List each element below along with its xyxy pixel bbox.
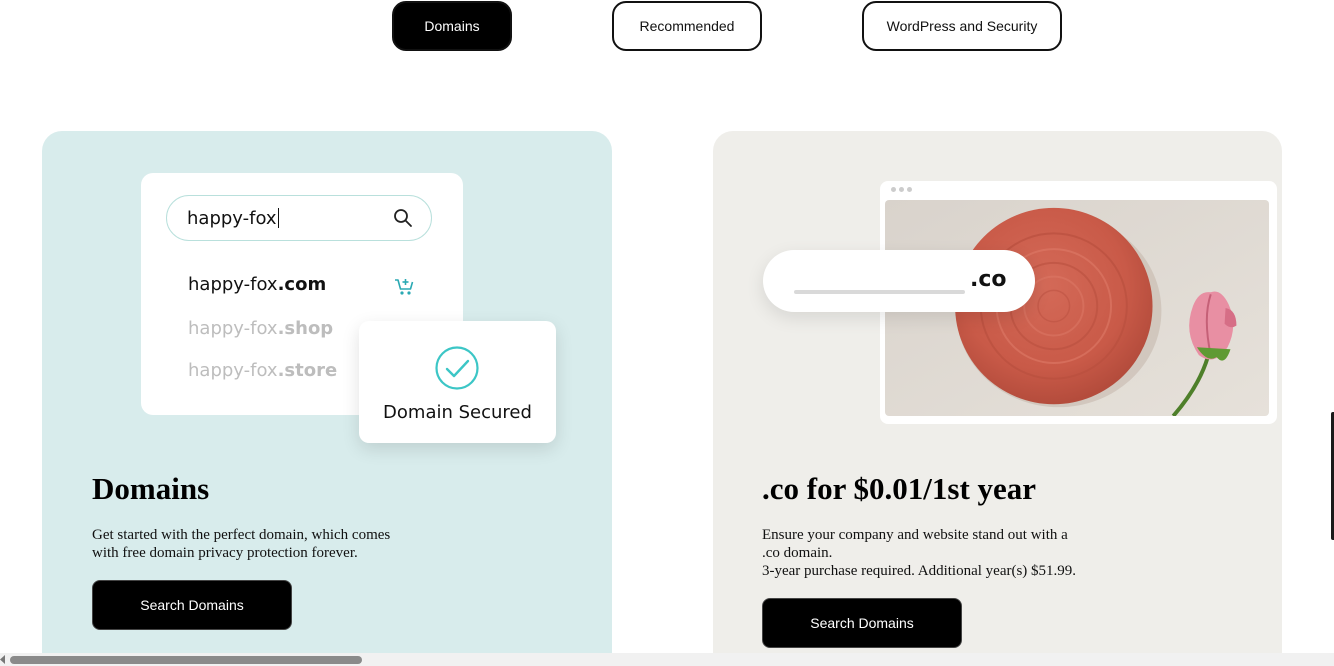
domains-title: Domains <box>92 471 210 506</box>
co-tld-label: .co <box>970 267 1007 292</box>
search-icon <box>393 208 413 233</box>
domain-result-tld: .shop <box>277 318 334 339</box>
co-description-line: Ensure your company and website stand ou… <box>762 527 1068 543</box>
domain-result-tld: .com <box>277 274 327 295</box>
co-domain-pill: .co <box>763 250 1035 312</box>
domain-secured-badge: Domain Secured <box>359 321 556 443</box>
scroll-left-arrow-icon[interactable] <box>0 655 6 664</box>
co-description-line: 3-year purchase required. Additional yea… <box>762 563 1077 579</box>
domain-result-name: happy-fox <box>188 318 278 339</box>
domains-description-line: with free domain privacy protection fore… <box>92 545 358 561</box>
check-circle-icon <box>435 346 479 395</box>
search-domains-button[interactable]: Search Domains <box>762 598 962 648</box>
illustration-search-box: happy-fox <box>166 195 432 241</box>
scrollbar-thumb[interactable] <box>10 656 362 664</box>
domains-description: Get started with the perfect domain, whi… <box>92 526 432 562</box>
window-dots-icon <box>891 187 912 192</box>
tab-wordpress-security[interactable]: WordPress and Security <box>862 1 1062 51</box>
domains-description-line: Get started with the perfect domain, whi… <box>92 527 391 543</box>
tab-recommended[interactable]: Recommended <box>612 1 762 51</box>
domain-result-store: happy-fox.store <box>188 360 337 381</box>
domains-card: happy-fox happy-fox.com happy-fox.shop h… <box>42 131 612 666</box>
domain-secured-label: Domain Secured <box>383 402 532 423</box>
co-offer-card: .co .co for $0.01/1st year Ensure your c… <box>713 131 1282 666</box>
domain-result-name: happy-fox <box>188 360 278 381</box>
add-to-cart-icon <box>393 277 415 302</box>
domain-result-shop: happy-fox.shop <box>188 318 333 339</box>
domain-result-com: happy-fox.com <box>188 274 326 295</box>
co-description-line: .co domain. <box>762 545 833 561</box>
horizontal-scrollbar[interactable] <box>0 653 1334 666</box>
co-offer-title: .co for $0.01/1st year <box>762 471 1037 506</box>
search-domains-button[interactable]: Search Domains <box>92 580 292 630</box>
tab-domains[interactable]: Domains <box>392 1 512 51</box>
co-offer-description: Ensure your company and website stand ou… <box>762 526 1122 580</box>
illustration-search-value: happy-fox <box>187 207 277 229</box>
text-caret <box>277 208 280 228</box>
domain-placeholder-line <box>794 290 965 294</box>
domain-result-tld: .store <box>277 360 338 381</box>
domain-result-name: happy-fox <box>188 274 278 295</box>
